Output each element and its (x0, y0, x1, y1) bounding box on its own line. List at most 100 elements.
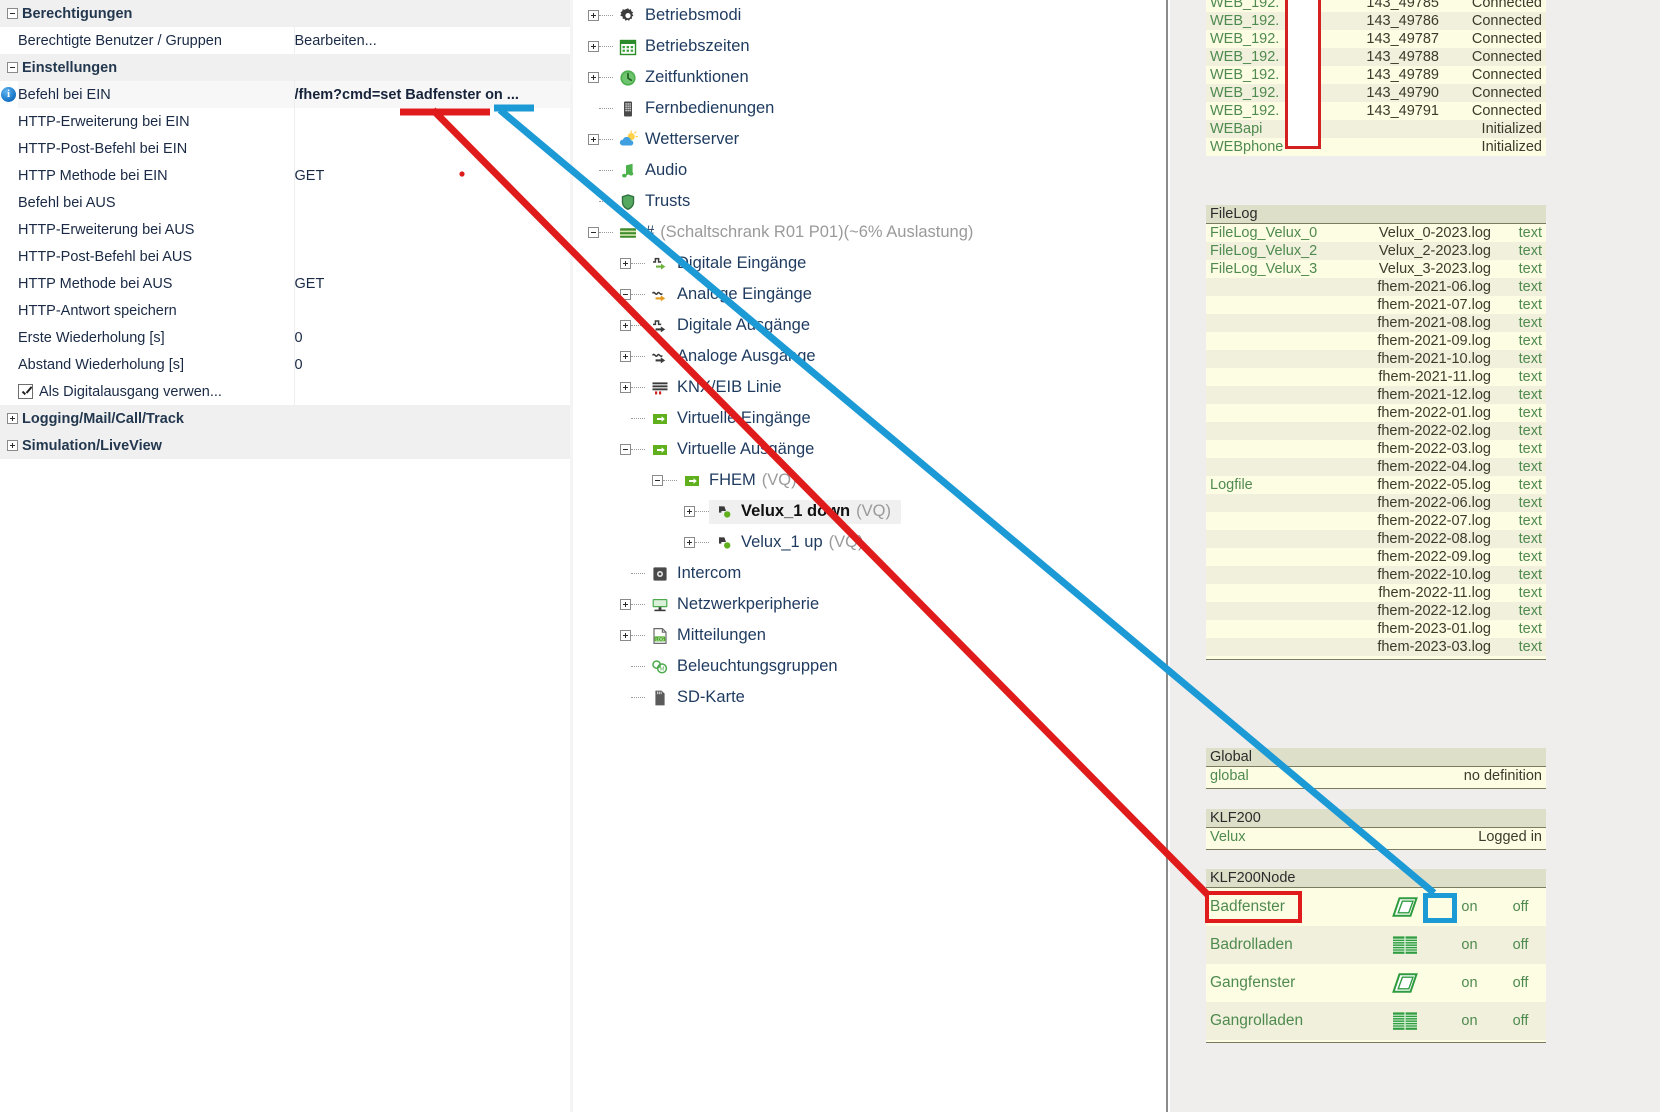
expand-plus-icon[interactable] (587, 10, 599, 21)
collapse-minus-icon[interactable] (7, 8, 18, 20)
filelog-device-name[interactable] (1206, 350, 1342, 368)
property-group-row[interactable]: Logging/Mail/Call/Track (0, 405, 570, 432)
klf200node-off-link[interactable]: off (1494, 925, 1546, 964)
property-value-cell[interactable] (293, 189, 570, 216)
filelog-device-name[interactable] (1206, 566, 1342, 584)
filelog-text-link[interactable]: text (1495, 404, 1546, 422)
filelog-text-link[interactable]: text (1495, 602, 1546, 620)
property-group-row[interactable]: Einstellungen (0, 54, 570, 81)
filelog-device-name[interactable] (1206, 296, 1342, 314)
property-group-row[interactable]: Berechtigungen (0, 0, 570, 27)
collapse-minus-icon[interactable] (587, 227, 599, 238)
expand-plus-icon[interactable] (587, 134, 599, 145)
group-expander-cell[interactable] (0, 405, 18, 432)
filelog-device-name[interactable]: Logfile (1206, 476, 1342, 494)
filelog-table-row[interactable]: fhem-2021-09.log text (1206, 332, 1546, 350)
tree-node[interactable]: Intercom (576, 558, 1166, 589)
property-value-cell[interactable]: GET (293, 162, 570, 189)
filelog-device-name[interactable] (1206, 512, 1342, 530)
tree-node[interactable]: Digitale Ausgänge (576, 310, 1166, 341)
expand-plus-icon[interactable] (7, 413, 18, 425)
web-table-row[interactable]: WEB_192. 143_49787 Connected (1206, 30, 1546, 48)
tree-expander-slot[interactable] (584, 134, 599, 145)
tree-node[interactable]: Virtuelle Eingänge (576, 403, 1166, 434)
filelog-text-link[interactable]: text (1495, 638, 1546, 656)
property-value-cell[interactable] (293, 216, 570, 243)
tree-node[interactable]: FHEM (VQ) (576, 465, 1166, 496)
klf200node-off-link[interactable]: off (1494, 1001, 1546, 1040)
filelog-text-link[interactable]: text (1495, 566, 1546, 584)
filelog-text-link[interactable]: text (1495, 494, 1546, 512)
filelog-device-name[interactable] (1206, 314, 1342, 332)
property-value-cell[interactable]: 0 (293, 351, 570, 378)
filelog-table-row[interactable]: fhem-2023-03.log text (1206, 638, 1546, 656)
property-value-cell[interactable] (293, 108, 570, 135)
device-tree-panel[interactable]: Betriebsmodi Betriebszeiten Zeitfunktion… (576, 0, 1168, 1112)
filelog-table-row[interactable]: fhem-2022-10.log text (1206, 566, 1546, 584)
filelog-table-row[interactable]: fhem-2022-08.log text (1206, 530, 1546, 548)
tree-node[interactable]: Wetterserver (576, 124, 1166, 155)
filelog-device-name[interactable] (1206, 458, 1342, 476)
collapse-minus-icon[interactable] (7, 62, 18, 74)
klf200node-off-link[interactable]: off (1494, 887, 1546, 926)
klf200-table-row[interactable]: Velux Logged in (1206, 827, 1546, 846)
filelog-device-name[interactable] (1206, 404, 1342, 422)
filelog-table-row[interactable]: FileLog_Velux_2 Velux_2-2023.log text (1206, 242, 1546, 260)
web-table-row[interactable]: WEB_192. 143_49786 Connected (1206, 12, 1546, 30)
property-value-cell[interactable] (293, 378, 570, 405)
tree-expander-slot[interactable] (680, 537, 695, 548)
property-group-row[interactable]: Simulation/LiveView (0, 432, 570, 459)
collapse-minus-icon[interactable] (619, 444, 631, 455)
expand-plus-icon[interactable] (619, 599, 631, 610)
property-value-cell[interactable]: GET (293, 270, 570, 297)
tree-expander-slot[interactable] (616, 382, 631, 393)
tree-node[interactable]: Virtuelle Ausgänge (576, 434, 1166, 465)
filelog-device-name[interactable] (1206, 332, 1342, 350)
property-value-cell[interactable] (293, 297, 570, 324)
tree-expander-slot[interactable] (584, 72, 599, 83)
property-row[interactable]: Berechtigte Benutzer / Gruppen Bearbeite… (0, 27, 570, 54)
web-table-row[interactable]: WEB_192. 143_49791 Connected (1206, 102, 1546, 120)
filelog-table-row[interactable]: fhem-2021-06.log text (1206, 278, 1546, 296)
web-table-row[interactable]: WEB_192. 143_49790 Connected (1206, 84, 1546, 102)
tree-expander-slot[interactable] (648, 475, 663, 486)
filelog-device-name[interactable]: FileLog_Velux_2 (1206, 242, 1342, 260)
use-as-digital-output-checkbox[interactable] (18, 384, 33, 399)
tree-expander-slot[interactable] (616, 289, 631, 300)
filelog-text-link[interactable]: text (1495, 260, 1546, 278)
filelog-device-name[interactable] (1206, 386, 1342, 404)
tree-node[interactable]: Fernbedienungen (576, 93, 1166, 124)
filelog-table-row[interactable]: FileLog_Velux_3 Velux_3-2023.log text (1206, 260, 1546, 278)
filelog-text-link[interactable]: text (1495, 548, 1546, 566)
tree-node[interactable]: Digitale Eingänge (576, 248, 1166, 279)
filelog-text-link[interactable]: text (1495, 476, 1546, 494)
filelog-device-name[interactable] (1206, 494, 1342, 512)
filelog-text-link[interactable]: text (1495, 368, 1546, 386)
klf200node-table-row[interactable]: Badrolladen on off (1206, 925, 1546, 964)
filelog-table-row[interactable]: fhem-2022-09.log text (1206, 548, 1546, 566)
klf200node-on-link[interactable]: on (1443, 963, 1495, 1002)
tree-expander-slot[interactable] (680, 506, 695, 517)
filelog-text-link[interactable]: text (1495, 620, 1546, 638)
tree-node[interactable]: Trusts (576, 186, 1166, 217)
global-device-name[interactable]: global (1206, 766, 1359, 785)
filelog-device-name[interactable] (1206, 620, 1342, 638)
klf200node-device-name[interactable]: Badrolladen (1206, 925, 1387, 964)
web-table-row[interactable]: WEBphone Initialized (1206, 138, 1546, 156)
property-value-cell[interactable] (293, 135, 570, 162)
tree-expander-slot[interactable] (616, 351, 631, 362)
filelog-text-link[interactable]: text (1495, 584, 1546, 602)
tree-node[interactable]: # (Schaltschrank R01 P01)(~6% Auslastung… (576, 217, 1166, 248)
tree-expander-slot[interactable] (616, 258, 631, 269)
filelog-text-link[interactable]: text (1495, 314, 1546, 332)
tree-node[interactable]: Velux_1 down (VQ) (576, 496, 1166, 527)
klf200node-device-name[interactable]: Gangfenster (1206, 963, 1387, 1002)
tree-node[interactable]: Netzwerkperipherie (576, 589, 1166, 620)
filelog-device-name[interactable] (1206, 530, 1342, 548)
filelog-device-name[interactable] (1206, 278, 1342, 296)
tree-node[interactable]: Betriebsmodi (576, 0, 1166, 31)
filelog-table-row[interactable]: fhem-2022-12.log text (1206, 602, 1546, 620)
property-value-cell[interactable] (293, 243, 570, 270)
filelog-device-name[interactable] (1206, 422, 1342, 440)
filelog-device-name[interactable] (1206, 548, 1342, 566)
